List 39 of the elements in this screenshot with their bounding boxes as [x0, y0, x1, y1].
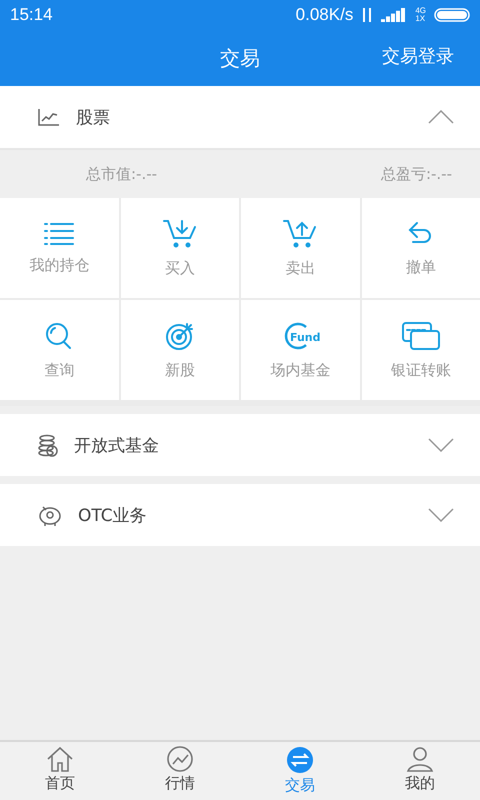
menu-tile[interactable]: 撤单	[362, 198, 480, 298]
coins-icon	[38, 433, 58, 457]
chevron-down-icon[interactable]	[428, 438, 454, 452]
summary-value: 总市值:-.--	[86, 164, 158, 184]
section-title: 开放式基金	[74, 434, 160, 456]
section-header[interactable]: 股票	[0, 86, 480, 148]
summary-value: 总盈亏:-.--	[380, 164, 452, 184]
chevron-down-icon[interactable]	[428, 508, 454, 522]
section-header[interactable]: OTC业务	[0, 484, 480, 546]
login-button[interactable]: 交易登录	[382, 44, 454, 68]
section-title: 股票	[76, 106, 111, 128]
menu-tile[interactable]: 卖出	[241, 198, 360, 298]
menu-tile[interactable]: Fund 场内基金	[241, 300, 360, 400]
section-title: OTC业务	[78, 504, 148, 526]
menu-tile[interactable]: 新股	[120, 300, 239, 400]
signal-icon	[381, 8, 408, 22]
menu-tile[interactable]: 我的持仓	[0, 198, 118, 298]
battery-icon	[434, 8, 470, 22]
cart-download-icon	[162, 218, 197, 248]
data-arrows-icon	[361, 8, 374, 22]
network-type: 1X	[415, 15, 426, 23]
network-type: 4G	[415, 7, 426, 15]
nav-tab[interactable]: 首页	[0, 742, 120, 800]
page-title: 交易	[220, 44, 260, 72]
network-speed: 0.08K/s	[296, 5, 354, 25]
line-chart-icon	[38, 108, 60, 126]
menu-tile[interactable]: 查询	[0, 300, 118, 400]
nav-tab[interactable]: 交易	[240, 742, 360, 800]
status-time: 15:14	[10, 5, 53, 25]
chevron-up-icon[interactable]	[428, 110, 454, 124]
target-icon	[164, 320, 195, 350]
bank-cards-icon	[402, 320, 440, 350]
menu-tile[interactable]: 银证转账	[362, 300, 480, 400]
nav-tab[interactable]: 我的	[360, 742, 480, 800]
nav-tab[interactable]: 行情	[120, 742, 240, 800]
list-icon	[44, 222, 74, 246]
cart-upload-icon	[283, 218, 318, 248]
menu-tile[interactable]: 买入	[120, 198, 239, 298]
section-header[interactable]: 开放式基金	[0, 414, 480, 476]
